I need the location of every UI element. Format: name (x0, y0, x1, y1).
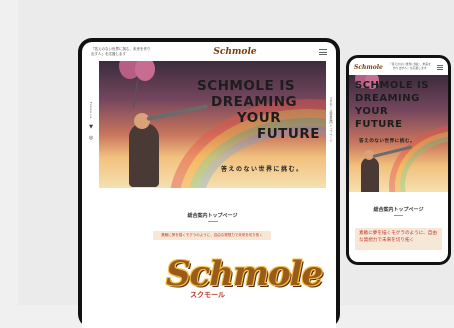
site-header: 「答えのない世界に挑む、未来を作り出す人」を応援します Schmole (82, 42, 336, 62)
phone-mockup: Schmole 「答えのない世界に挑む、未来を作り出す人」を応援します SCHM… (346, 55, 451, 265)
hero-headline-line-1: SCHMOLE IS (355, 80, 429, 91)
balloon-icon (135, 61, 155, 81)
phone-hero-image: SCHMOLE IS DREAMING YOUR FUTURE 答えのない世界に… (349, 75, 448, 192)
header-tagline: 「答えのない世界に挑む、未来を作り出す人」を応援します (91, 47, 151, 56)
section-divider (208, 221, 218, 222)
brand-logo: Schmole (166, 254, 323, 294)
hero-subtitle: 答えのない世界に挑む。 (221, 166, 304, 173)
phone-screen: Schmole 「答えのない世界に挑む、未来を作り出す人」を応援します SCHM… (349, 58, 448, 262)
page-background: 「答えのない世界に挑む、未来を作り出す人」を応援します Schmole SCHM… (18, 0, 454, 328)
hero-headline-line-4: FUTURE (355, 119, 403, 130)
child-figure (129, 123, 159, 187)
phone-logo[interactable]: Schmole (354, 64, 383, 71)
tablet-mockup: 「答えのない世界に挑む、未来を作り出す人」を応援します Schmole SCHM… (78, 38, 340, 328)
child-figure (361, 157, 379, 192)
child-head (134, 113, 150, 129)
hero-headline-line-2: DREAMING (211, 94, 298, 110)
hero-subtitle: 答えのない世界に挑む。 (359, 139, 416, 144)
intro-pill: 素敵に夢を描くモグラのように、自由な発想力で未来を切り拓く (355, 228, 442, 250)
hero-headline-line-2: DREAMING (355, 93, 420, 104)
intro-pill: 素敵に夢を描くモグラのように、自由な発想力で未来を切り拓く (153, 231, 271, 240)
vertical-right-text: スクモール総合案内トップページ (329, 97, 333, 142)
hero-headline-line-4: FUTURE (257, 126, 320, 142)
hero-headline-line-3: YOUR (355, 106, 389, 117)
social-sidebar: Follow us ▼ ◎ (86, 102, 96, 141)
phone-header: Schmole 「答えのない世界に挑む、未来を作り出す人」を応援します (349, 58, 448, 76)
instagram-icon[interactable]: ◎ (89, 135, 93, 141)
balloon-string (132, 79, 139, 109)
brand-logo-kana: スクモール (190, 291, 225, 299)
hamburger-menu-icon[interactable] (318, 49, 327, 55)
section-title: 総合案内トップページ (373, 207, 424, 213)
section-divider (394, 215, 403, 216)
phone-tagline: 「答えのない世界に挑む、未来を作り出す人」を応援します (388, 62, 431, 70)
twitter-icon[interactable]: ▼ (89, 124, 93, 130)
tablet-screen: 「答えのない世界に挑む、未来を作り出す人」を応援します Schmole SCHM… (82, 42, 336, 328)
telescope-icon (146, 104, 209, 121)
follow-label: Follow us (89, 102, 93, 119)
hamburger-menu-icon[interactable] (436, 64, 443, 70)
hero-headline-line-3: YOUR (237, 110, 282, 126)
hero-image: SCHMOLE IS DREAMING YOUR FUTURE 答えのない世界に… (99, 61, 326, 188)
header-logo[interactable]: Schmole (213, 47, 256, 57)
hero-headline-line-1: SCHMOLE IS (197, 78, 296, 94)
section-title: 総合案内トップページ (187, 213, 238, 219)
